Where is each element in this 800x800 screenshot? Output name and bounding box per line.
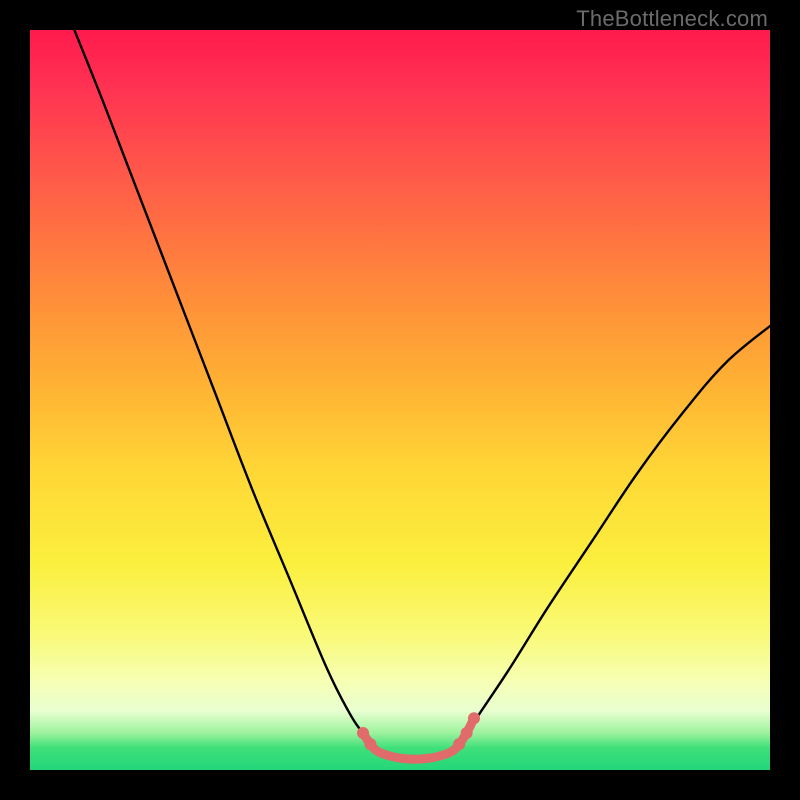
- chart-frame: TheBottleneck.com: [0, 0, 800, 800]
- chart-svg: [30, 30, 770, 770]
- curve-right-curve: [452, 326, 770, 748]
- watermark-text: TheBottleneck.com: [576, 6, 768, 32]
- curve-left-curve: [74, 30, 377, 748]
- highlight-bottleneck-range: [357, 712, 480, 759]
- plot-area: [30, 30, 770, 770]
